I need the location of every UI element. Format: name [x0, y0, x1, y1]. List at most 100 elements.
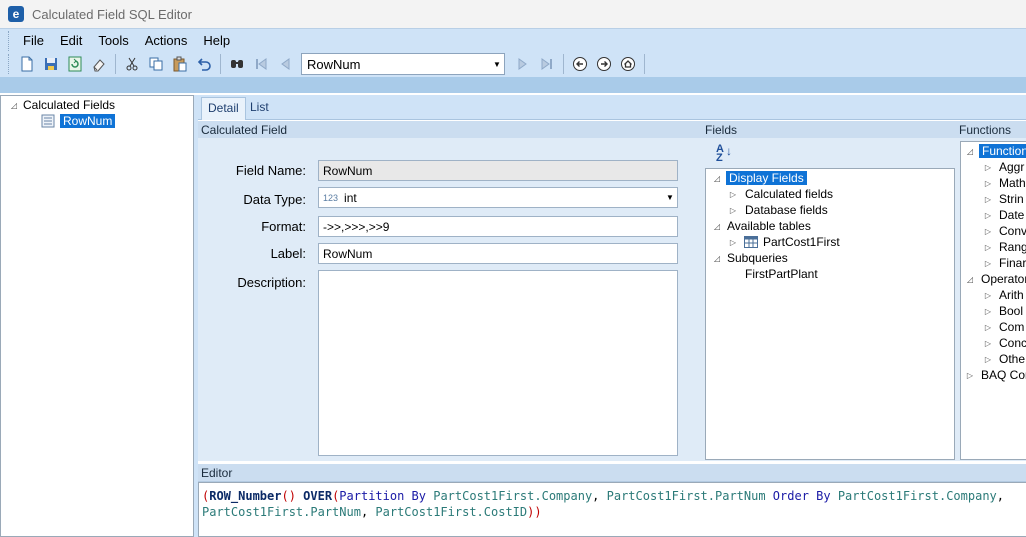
expand-icon[interactable]: ◿: [712, 254, 722, 263]
fields-tree[interactable]: ◿ Display Fields ▷ Calculated fields ▷ D…: [705, 168, 955, 460]
collapse-icon[interactable]: ▷: [983, 211, 993, 220]
menu-grip[interactable]: [8, 31, 11, 51]
collapse-icon[interactable]: ▷: [965, 371, 975, 380]
expand-icon[interactable]: ◿: [712, 174, 722, 183]
tree-node-operator-group[interactable]: ▷ Com: [983, 319, 1024, 335]
record-select-value: RowNum: [307, 56, 361, 72]
paste-icon[interactable]: [168, 53, 192, 75]
tree-node-operator-group[interactable]: ▷ Conc: [983, 335, 1026, 351]
sql-token: OVER: [295, 489, 333, 503]
collapse-icon[interactable]: ▷: [983, 179, 993, 188]
collapse-icon[interactable]: ▷: [983, 227, 993, 236]
tree-node-available-tables[interactable]: ◿ Available tables: [712, 218, 811, 234]
new-icon[interactable]: [15, 53, 39, 75]
tree-node-function-group[interactable]: ▷ Rang: [983, 239, 1026, 255]
tree-node-functions[interactable]: ◿ Functions: [965, 143, 1026, 159]
tree-node-label: Math: [999, 176, 1026, 190]
sql-token: PartCost1First.Company: [830, 489, 997, 503]
tree-node-operator-group[interactable]: ▷ Othe: [983, 351, 1025, 367]
chevron-down-icon[interactable]: ▼: [490, 54, 504, 74]
collapse-icon[interactable]: ▷: [728, 190, 738, 199]
copy-icon[interactable]: [144, 53, 168, 75]
tree-node-baq[interactable]: ▷ BAQ Cor: [965, 367, 1026, 383]
data-type-select[interactable]: 123 int ▼: [318, 187, 678, 208]
expand-icon[interactable]: ◿: [712, 222, 722, 231]
menu-toolbar-band: File Edit Tools Actions Help RowNum ▼: [0, 28, 1026, 93]
collapse-icon[interactable]: ▷: [983, 307, 993, 316]
menu-file[interactable]: File: [15, 31, 52, 51]
tree-node-function-group[interactable]: ▷ Strin: [983, 191, 1024, 207]
format-field[interactable]: ->>,>>>,>>9: [318, 216, 678, 237]
tree-node-calculated-fields[interactable]: ◿ Calculated Fields: [9, 97, 115, 113]
tree-node-table[interactable]: ▷ PartCost1First: [728, 234, 840, 250]
collapse-icon[interactable]: ▷: [983, 163, 993, 172]
tree-node-database-fields[interactable]: ▷ Database fields: [728, 202, 828, 218]
clear-icon[interactable]: [87, 53, 111, 75]
menu-actions[interactable]: Actions: [137, 31, 196, 51]
toolbar-grip[interactable]: [8, 54, 11, 74]
tree-node-label: Conv: [999, 224, 1026, 238]
tree-node-function-group[interactable]: ▷ Aggr: [983, 159, 1024, 175]
tree-node-calculated-fields[interactable]: ▷ Calculated fields: [728, 186, 833, 202]
field-name-field[interactable]: RowNum: [318, 160, 678, 181]
tree-node-label: Aggr: [999, 160, 1025, 174]
tree-node-operator-group[interactable]: ▷ Arith: [983, 287, 1024, 303]
menu-tools[interactable]: Tools: [90, 31, 136, 51]
last-record-icon[interactable]: [535, 53, 559, 75]
toolbar-separator: [220, 54, 221, 74]
expand-icon[interactable]: ◿: [9, 101, 19, 110]
undo-icon[interactable]: [192, 53, 216, 75]
search-icon[interactable]: [225, 53, 249, 75]
tab-list[interactable]: List: [244, 97, 275, 120]
tree-node-display-fields[interactable]: ◿ Display Fields: [712, 170, 807, 186]
record-select[interactable]: RowNum ▼: [301, 53, 505, 75]
tree-node-operator-group[interactable]: ▷ Bool: [983, 303, 1023, 319]
sql-editor[interactable]: (ROW_Number() OVER(Partition By PartCost…: [198, 482, 1026, 537]
cut-icon[interactable]: [120, 53, 144, 75]
description-field[interactable]: [318, 270, 678, 456]
sql-token: Order By: [765, 489, 831, 503]
back-icon[interactable]: [568, 53, 592, 75]
chevron-down-icon[interactable]: ▼: [663, 193, 677, 202]
tree-node-subqueries[interactable]: ◿ Subqueries: [712, 250, 788, 266]
collapse-icon[interactable]: ▷: [728, 238, 738, 247]
first-record-icon[interactable]: [249, 53, 273, 75]
tab-detail[interactable]: Detail: [201, 97, 246, 120]
previous-record-icon[interactable]: [273, 53, 297, 75]
tree-node-function-group[interactable]: ▷ Date: [983, 207, 1024, 223]
tree-node-operators[interactable]: ◿ Operator: [965, 271, 1026, 287]
tree-node-label: Subqueries: [727, 251, 788, 265]
collapse-icon[interactable]: ▷: [983, 195, 993, 204]
format-label: Format:: [261, 219, 306, 234]
tree-node-subquery[interactable]: FirstPartPlant: [745, 266, 818, 282]
home-icon[interactable]: [616, 53, 640, 75]
next-record-icon[interactable]: [511, 53, 535, 75]
expand-icon[interactable]: ◿: [965, 275, 975, 284]
collapse-icon[interactable]: ▷: [983, 323, 993, 332]
toolbar-separator: [563, 54, 564, 74]
collapse-icon[interactable]: ▷: [728, 206, 738, 215]
collapse-icon[interactable]: ▷: [983, 339, 993, 348]
tree-node-label: FirstPartPlant: [745, 267, 818, 281]
tree-node-function-group[interactable]: ▷ Finar: [983, 255, 1026, 271]
tree-node-label: Available tables: [727, 219, 811, 233]
functions-header: Functions: [956, 121, 1026, 139]
functions-tree[interactable]: ◿ Functions ▷ Aggr ▷ Math ▷ Strin ▷ Date ▷ Co…: [960, 141, 1026, 460]
tree-node-function-group[interactable]: ▷ Conv: [983, 223, 1026, 239]
collapse-icon[interactable]: ▷: [983, 355, 993, 364]
collapse-icon[interactable]: ▷: [983, 243, 993, 252]
menu-edit[interactable]: Edit: [52, 31, 90, 51]
expand-icon[interactable]: ◿: [965, 147, 975, 156]
collapse-icon[interactable]: ▷: [983, 259, 993, 268]
label-field[interactable]: RowNum: [318, 243, 678, 264]
save-icon[interactable]: [39, 53, 63, 75]
tree-node-label: Rang: [999, 240, 1026, 254]
tree-node-rownum[interactable]: RowNum: [41, 113, 116, 129]
collapse-icon[interactable]: ▷: [983, 291, 993, 300]
menu-help[interactable]: Help: [195, 31, 238, 51]
calculated-fields-tree[interactable]: ◿ Calculated Fields RowNum: [0, 95, 194, 537]
sort-az-icon[interactable]: A Z ↓: [716, 144, 732, 164]
tree-node-function-group[interactable]: ▷ Math: [983, 175, 1026, 191]
forward-icon[interactable]: [592, 53, 616, 75]
refresh-icon[interactable]: [63, 53, 87, 75]
